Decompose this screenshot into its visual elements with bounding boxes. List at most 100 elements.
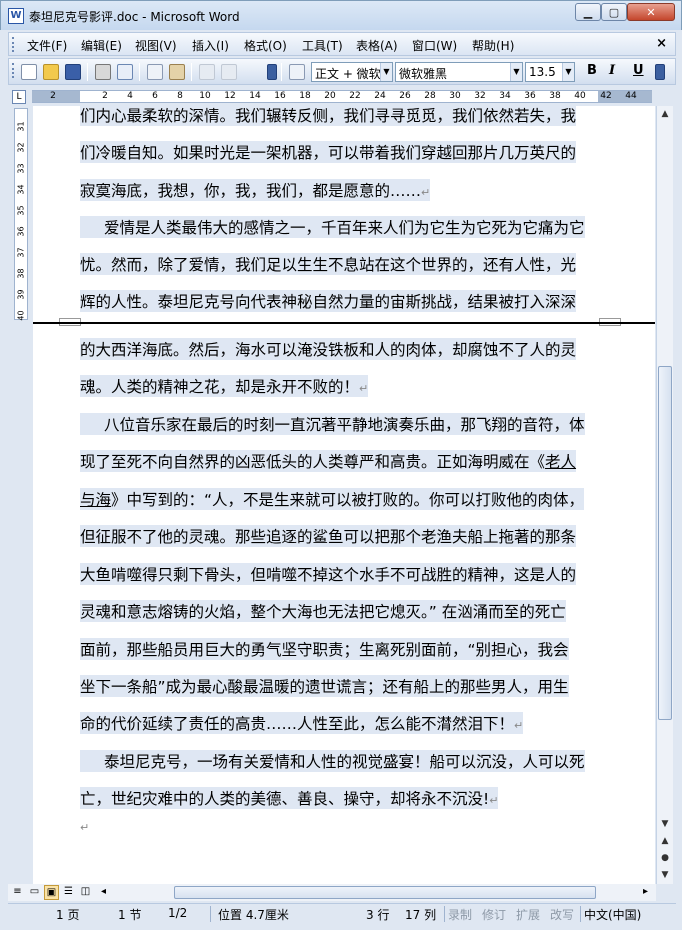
document-line[interactable]: 的大西洋海底。然后，海水可以淹没铁板和人的肉体，却腐蚀不了人的灵: [80, 338, 577, 360]
horizontal-scrollbar[interactable]: ≡ ▭ ▣ ☰ ◫ ◂ ▸: [8, 884, 656, 901]
status-extend[interactable]: 扩展: [516, 906, 540, 923]
menu-table[interactable]: 表格(A): [356, 37, 398, 54]
menu-edit[interactable]: 编辑(E): [81, 37, 122, 54]
document-line[interactable]: 爱情是人类最伟大的感情之一，千百年来人们为它生为它死为它痛为它: [80, 216, 585, 238]
font-size-select[interactable]: 13.5 ▼: [525, 62, 575, 82]
toolbar: 正文 + 微软 ▼ 微软雅黑 ▼ 13.5 ▼ B I U: [8, 58, 676, 85]
maximize-button[interactable]: ▢: [601, 3, 627, 21]
scroll-up-arrow-icon[interactable]: ▲: [657, 106, 673, 123]
document-line[interactable]: 们冷暖自知。如果时光是一架机器，可以带着我们穿越回那片几万英尺的: [80, 141, 577, 163]
document-line[interactable]: 命的代价延续了责任的高贵……人性至此，怎么能不潸然泪下！↵: [80, 712, 524, 734]
outline-view-icon[interactable]: ☰: [61, 885, 76, 900]
menu-window[interactable]: 窗口(W): [412, 37, 457, 54]
menu-format[interactable]: 格式(O): [244, 37, 287, 54]
document-line[interactable]: 灵魂和意志熔铸的火焰，整个大海也无法把它熄灭。” 在汹涌而至的死亡: [80, 600, 566, 622]
document-line[interactable]: 魂。人类的精神之花，却是永开不败的！↵: [80, 375, 369, 397]
ruler-number: 30: [449, 91, 461, 101]
open-folder-icon[interactable]: [43, 64, 59, 80]
menu-view[interactable]: 视图(V): [135, 37, 177, 54]
paragraph-mark-icon: ↵: [80, 821, 90, 834]
document-page[interactable]: 们内心最柔软的深情。我们辗转反侧，我们寻寻觅觅，我们依然若失，我 们冷暖自知。如…: [33, 106, 655, 884]
status-language[interactable]: 中文(中国): [584, 906, 641, 923]
scroll-right-arrow-icon[interactable]: ▸: [638, 885, 653, 900]
document-line[interactable]: 八位音乐家在最后的时刻一直沉著平静地演奏乐曲，那飞翔的音符，体: [80, 413, 585, 435]
select-browse-object-icon[interactable]: ●: [657, 850, 673, 867]
print-icon[interactable]: [95, 64, 111, 80]
normal-view-icon[interactable]: ≡: [10, 885, 25, 900]
ruler-strip[interactable]: 2 2 4 6 8 10 12 14 16 18 20 22 24 26 28 …: [32, 90, 652, 103]
font-select[interactable]: 微软雅黑 ▼: [395, 62, 523, 82]
previous-page-icon[interactable]: ▲: [657, 833, 673, 850]
vruler-number: 39: [16, 289, 26, 300]
document-line[interactable]: 们内心最柔软的深情。我们辗转反侧，我们寻寻觅觅，我们依然若失，我: [80, 106, 577, 126]
document-line[interactable]: 泰坦尼克号，一场有关爱情和人性的视觉盛宴！船可以沉没，人可以死: [80, 750, 585, 772]
menu-tools[interactable]: 工具(T): [302, 37, 343, 54]
document-line[interactable]: 坐下一条船”成为最心酸最温暖的遗世谎言；还有船上的那些男人，用生: [80, 675, 569, 697]
document-line[interactable]: 大鱼啃噬得只剩下骨头，但啃噬不掉这个水手不可战胜的精神，这是人的: [80, 563, 577, 585]
bold-button[interactable]: B: [587, 63, 597, 78]
minimize-button[interactable]: ▁: [575, 3, 601, 21]
status-track-changes[interactable]: 修订: [482, 906, 506, 923]
status-overtype[interactable]: 改写: [550, 906, 574, 923]
tab-stop-selector[interactable]: L: [12, 90, 26, 104]
chevron-down-icon[interactable]: ▼: [510, 63, 522, 81]
document-line[interactable]: 寂寞海底，我想，你，我，我们，都是愿意的……↵: [80, 179, 431, 201]
toolbar-options-chevron-icon[interactable]: [267, 64, 277, 80]
ruler-number: 20: [324, 91, 336, 101]
scroll-down-arrow-icon[interactable]: ▼: [657, 816, 673, 833]
menu-help[interactable]: 帮助(H): [472, 37, 514, 54]
cut-icon: [199, 64, 215, 80]
menu-file[interactable]: 文件(F): [27, 37, 67, 54]
next-page-icon[interactable]: ▼: [657, 867, 673, 884]
horizontal-ruler[interactable]: L 2 2 4 6 8 10 12 14 16 18 20 22 24 26 2…: [8, 88, 656, 106]
toolbar-separator: [87, 63, 88, 81]
status-pages: 1/2: [168, 906, 188, 920]
ruler-number: 42: [600, 91, 612, 101]
print-layout-icon[interactable]: ▣: [44, 885, 59, 900]
document-line[interactable]: 忧。然而，除了爱情，我们足以生生不息站在这个世界的，还有人性，光: [80, 253, 577, 275]
style-value: 正文 + 微软: [315, 67, 381, 81]
paragraph-mark-icon: ↵: [421, 186, 431, 199]
web-layout-icon[interactable]: ▭: [27, 885, 42, 900]
new-document-icon[interactable]: [21, 64, 37, 80]
word-app-icon[interactable]: W: [8, 8, 24, 24]
horizontal-scroll-thumb[interactable]: [174, 886, 596, 899]
document-line[interactable]: 与海》中写到的：“人，不是生来就可以被打败的。你可以打败他的肉体，: [80, 488, 585, 510]
vertical-scroll-thumb[interactable]: [658, 366, 672, 720]
document-line[interactable]: 面前，那些船员用巨大的勇气坚守职责；生离死别面前，“别担心，我会: [80, 638, 569, 660]
ruler-number: 26: [399, 91, 411, 101]
document-line[interactable]: 辉的人性。泰坦尼克号向代表神秘自然力量的宙斯挑战，结果被打入深深: [80, 290, 577, 312]
toolbar-options-chevron-icon[interactable]: [655, 64, 665, 80]
toolbar-grip-icon[interactable]: [12, 63, 14, 78]
document-line[interactable]: 现了至死不向自然界的凶恶低头的人类尊严和高贵。正如海明威在《老人: [80, 450, 577, 472]
document-line[interactable]: 亡，世纪灾难中的人类的美德、善良、操守，却将永不沉没!↵: [80, 787, 499, 809]
menu-insert[interactable]: 插入(I): [192, 37, 229, 54]
ruler-number: 4: [127, 91, 133, 101]
style-select[interactable]: 正文 + 微软 ▼: [311, 62, 393, 82]
status-record[interactable]: 录制: [448, 906, 472, 923]
print-preview-icon[interactable]: [117, 64, 133, 80]
vertical-ruler[interactable]: 31 32 33 34 35 36 37 38 39 40: [13, 108, 29, 888]
spelling-icon[interactable]: [147, 64, 163, 80]
close-document-button[interactable]: ×: [656, 36, 667, 51]
scroll-left-arrow-icon[interactable]: ◂: [96, 885, 111, 900]
ruler-number: 14: [249, 91, 261, 101]
menu-grip-icon[interactable]: [12, 37, 14, 52]
vertical-scrollbar[interactable]: ▲ ▼ ▲ ● ▼: [656, 106, 673, 884]
document-line[interactable]: 但征服不了他的灵魂。那些追逐的鲨鱼可以把那个老渔夫船上拖著的那条: [80, 525, 577, 547]
reading-layout-icon[interactable]: ◫: [78, 885, 93, 900]
empty-paragraph[interactable]: ↵: [80, 817, 89, 835]
chevron-down-icon[interactable]: ▼: [380, 63, 392, 81]
ruler-number: 12: [224, 91, 236, 101]
status-position: 位置 4.7厘米: [218, 908, 289, 922]
ruler-number: 18: [299, 91, 311, 101]
underline-button[interactable]: U: [633, 63, 644, 78]
chevron-down-icon[interactable]: ▼: [562, 63, 574, 81]
ruler-number: 2: [102, 91, 108, 101]
paragraph-mark-icon: ↵: [514, 719, 524, 732]
italic-button[interactable]: I: [609, 63, 615, 78]
research-icon[interactable]: [169, 64, 185, 80]
save-icon[interactable]: [65, 64, 81, 80]
styles-pane-icon[interactable]: [289, 64, 305, 80]
close-button[interactable]: ✕: [627, 3, 675, 21]
